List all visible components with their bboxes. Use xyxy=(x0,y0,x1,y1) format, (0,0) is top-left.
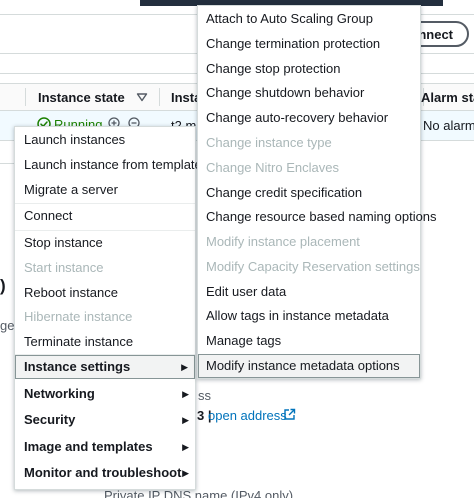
column-header-instance-type[interactable]: Instance type xyxy=(171,90,197,105)
divider xyxy=(0,163,14,164)
menu-item-nitro-enclaves: Change Nitro Enclaves xyxy=(206,160,339,175)
caret-right-icon: ▶ xyxy=(181,362,188,372)
menu-item-manage-tags[interactable]: Manage tags xyxy=(198,329,420,353)
column-divider xyxy=(159,88,160,106)
menu-item-launch-instances[interactable]: Launch instances xyxy=(15,128,195,152)
menu-item-terminate-instance[interactable]: Terminate instance xyxy=(15,330,195,354)
caret-right-icon: ▶ xyxy=(182,442,189,452)
menu-item-shutdown-behavior[interactable]: Change shutdown behavior xyxy=(198,81,420,105)
menu-item-label: Instance settings xyxy=(24,359,131,374)
text-fragment: ss xyxy=(198,388,211,403)
instance-settings-submenu: Attach to Auto Scaling Group Change term… xyxy=(197,5,437,379)
text-fragment: ) xyxy=(0,276,6,295)
caret-right-icon: ▶ xyxy=(182,389,189,399)
menu-item-termination-protection[interactable]: Change termination protection xyxy=(198,32,420,56)
menu-item-resource-naming[interactable]: Change resource based naming options xyxy=(198,205,437,229)
column-divider xyxy=(25,88,26,106)
menu-item-auto-recovery[interactable]: Change auto-recovery behavior xyxy=(198,106,420,130)
menu-item-label: Security xyxy=(24,412,76,427)
menu-item-start-instance: Start instance xyxy=(24,260,104,275)
menu-item-label: Image and templates xyxy=(24,439,153,454)
text-fragment: ge xyxy=(0,318,15,333)
menu-item-metadata-options[interactable]: Modify instance metadata options xyxy=(198,354,420,378)
menu-item-stop-instance[interactable]: Stop instance xyxy=(15,231,195,255)
alarm-status-cell: No alarms xyxy=(423,118,474,133)
menu-item-connect[interactable]: Connect xyxy=(15,204,195,228)
menu-item-capacity-reservation: Modify Capacity Reservation settings xyxy=(206,259,420,274)
menu-item-edit-user-data[interactable]: Edit user data xyxy=(198,280,420,304)
menu-item-instance-placement: Modify instance placement xyxy=(206,234,360,249)
menu-item-migrate-server[interactable]: Migrate a server xyxy=(15,178,195,202)
column-header-instance-state[interactable]: Instance state xyxy=(38,90,125,105)
menu-item-credit-specification[interactable]: Change credit specification xyxy=(198,181,420,205)
menu-item-security[interactable]: Security ▶ xyxy=(15,408,195,432)
actions-menu: Launch instances Launch instance from te… xyxy=(14,126,202,490)
menu-item-attach-auto-scaling[interactable]: Attach to Auto Scaling Group xyxy=(198,7,420,31)
menu-item-instance-settings[interactable]: Instance settings ▶ xyxy=(15,355,195,379)
menu-item-reboot-instance[interactable]: Reboot instance xyxy=(15,281,195,305)
column-header-alarm-status[interactable]: Alarm status xyxy=(421,90,474,105)
open-address-link[interactable]: open address xyxy=(208,408,287,423)
menu-item-change-instance-type: Change instance type xyxy=(206,135,332,150)
menu-item-hibernate-instance: Hibernate instance xyxy=(24,309,133,324)
external-link-icon[interactable] xyxy=(283,408,296,421)
menu-item-launch-from-template[interactable]: Launch instance from template xyxy=(15,153,202,177)
caret-right-icon: ▶ xyxy=(182,468,189,478)
menu-item-allow-tags-metadata[interactable]: Allow tags in instance metadata xyxy=(198,304,420,328)
menu-item-image-and-templates[interactable]: Image and templates ▶ xyxy=(15,435,195,459)
menu-item-label: Monitor and troubleshoot xyxy=(24,465,182,480)
menu-item-label: Networking xyxy=(24,386,95,401)
menu-item-networking[interactable]: Networking ▶ xyxy=(15,382,195,406)
caret-right-icon: ▶ xyxy=(182,415,189,425)
menu-item-stop-protection[interactable]: Change stop protection xyxy=(198,57,420,81)
menu-item-monitor-and-troubleshoot[interactable]: Monitor and troubleshoot ▶ xyxy=(15,461,195,485)
sort-down-icon[interactable] xyxy=(136,91,148,103)
